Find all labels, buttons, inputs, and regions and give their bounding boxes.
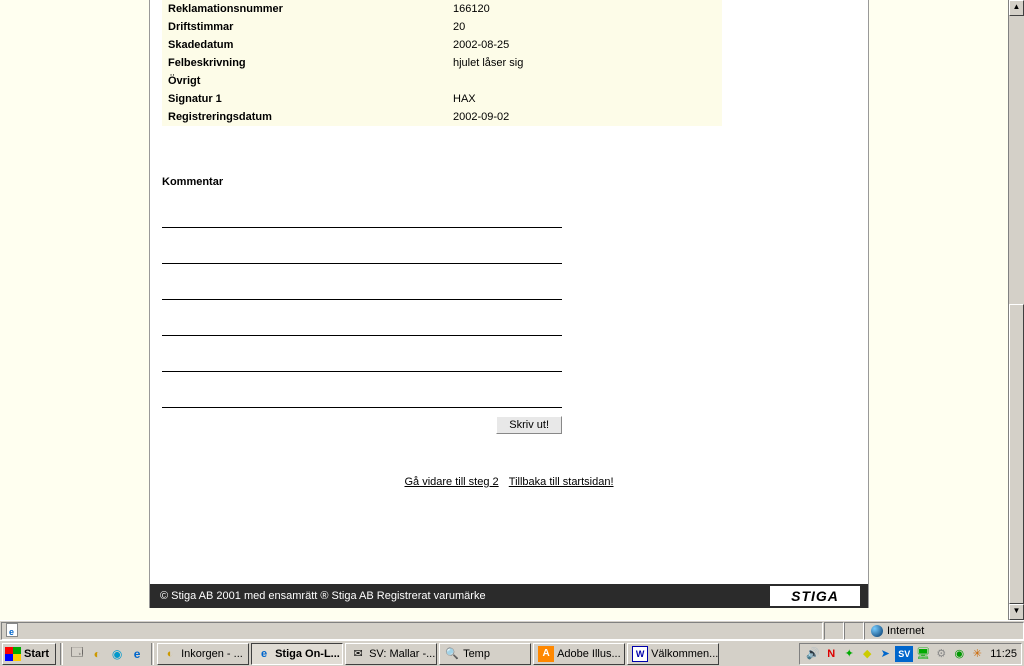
task-label: Välkommen... xyxy=(651,648,718,660)
field-label: Driftstimmar xyxy=(162,18,447,36)
browser-statusbar: Internet xyxy=(0,620,1024,640)
table-row: Signatur 1HAX xyxy=(162,90,722,108)
task-illustrator[interactable]: AAdobe Illus... xyxy=(533,643,625,665)
vertical-scrollbar[interactable]: ▲ ▼ xyxy=(1008,0,1024,620)
ie-icon[interactable]: e xyxy=(128,645,146,663)
scroll-down-button[interactable]: ▼ xyxy=(1009,604,1024,620)
comment-line[interactable] xyxy=(162,272,562,300)
nav-links: Gå vidare till steg 2 Tillbaka till star… xyxy=(150,476,868,488)
language-icon[interactable]: SV xyxy=(895,646,913,662)
tray-icon[interactable]: ⚙ xyxy=(933,646,949,662)
separator xyxy=(60,643,63,665)
field-value: HAX xyxy=(447,90,722,108)
tray-icon[interactable]: ◆ xyxy=(859,646,875,662)
windows-icon xyxy=(5,647,21,661)
table-row: Övrigt xyxy=(162,72,722,90)
zone-label: Internet xyxy=(887,623,924,639)
task-label: SV: Mallar -... xyxy=(369,648,435,660)
tray-icon[interactable]: 🖥 xyxy=(915,646,931,662)
task-label: Stiga On-L... xyxy=(275,648,340,660)
home-link[interactable]: Tillbaka till startsidan! xyxy=(509,476,614,488)
comment-line[interactable] xyxy=(162,200,562,228)
comment-section: Kommentar xyxy=(162,176,868,408)
comment-label: Kommentar xyxy=(162,176,868,188)
print-button[interactable]: Skriv ut! xyxy=(496,416,562,434)
page-content: Reklamationsnummer166120 Driftstimmar20 … xyxy=(149,0,869,608)
separator xyxy=(151,643,154,665)
task-label: Inkorgen - ... xyxy=(181,648,243,660)
field-value: 20 xyxy=(447,18,722,36)
field-value: 166120 xyxy=(447,0,722,18)
task-inkorgen[interactable]: ◐Inkorgen - ... xyxy=(157,643,249,665)
table-row: Skadedatum2002-08-25 xyxy=(162,36,722,54)
tray-icon[interactable]: ✳ xyxy=(969,646,985,662)
next-step-link[interactable]: Gå vidare till steg 2 xyxy=(404,476,498,488)
ie-icon: e xyxy=(256,646,272,662)
table-row: Driftstimmar20 xyxy=(162,18,722,36)
norton-icon[interactable]: N xyxy=(823,646,839,662)
table-row: Felbeskrivninghjulet låser sig xyxy=(162,54,722,72)
envelope-icon: ✉ xyxy=(350,646,366,662)
outlook-icon[interactable]: ◐ xyxy=(88,645,106,663)
tray-icon[interactable]: ◉ xyxy=(951,646,967,662)
field-value xyxy=(447,72,722,90)
task-temp[interactable]: 🔍Temp xyxy=(439,643,531,665)
show-desktop-icon[interactable]: 🗔 xyxy=(68,645,86,663)
task-mallar[interactable]: ✉SV: Mallar -... xyxy=(345,643,437,665)
quick-launch: 🗔 ◐ ◉ e xyxy=(65,645,149,663)
volume-icon[interactable]: 🔊 xyxy=(805,646,821,662)
table-row: Registreringsdatum2002-09-02 xyxy=(162,108,722,126)
tray-icon[interactable]: ➤ xyxy=(877,646,893,662)
field-value: 2002-08-25 xyxy=(447,36,722,54)
system-tray: 🔊 N ✦ ◆ ➤ SV 🖥 ⚙ ◉ ✳ 11:25 xyxy=(799,643,1022,665)
status-left xyxy=(1,622,823,640)
status-segment xyxy=(824,622,844,640)
mail-icon: ◐ xyxy=(162,646,178,662)
scroll-up-button[interactable]: ▲ xyxy=(1009,0,1024,16)
form-table: Reklamationsnummer166120 Driftstimmar20 … xyxy=(162,0,722,126)
word-icon: W xyxy=(632,646,648,662)
start-button[interactable]: Start xyxy=(2,643,56,665)
status-segment xyxy=(844,622,864,640)
table-row: Reklamationsnummer166120 xyxy=(162,0,722,18)
copyright-text: © Stiga AB 2001 med ensamrätt ® Stiga AB… xyxy=(160,590,486,602)
explorer-icon: 🔍 xyxy=(444,646,460,662)
scroll-thumb[interactable] xyxy=(1009,304,1024,604)
comment-line[interactable] xyxy=(162,380,562,408)
page-footer: © Stiga AB 2001 med ensamrätt ® Stiga AB… xyxy=(150,584,868,608)
stiga-logo: STIGA xyxy=(770,586,860,606)
security-zone: Internet xyxy=(864,622,1024,640)
globe-icon xyxy=(871,625,883,637)
field-label: Reklamationsnummer xyxy=(162,0,447,18)
field-value: 2002-09-02 xyxy=(447,108,722,126)
task-label: Adobe Illus... xyxy=(557,648,621,660)
browser-viewport: Reklamationsnummer166120 Driftstimmar20 … xyxy=(0,0,1024,620)
task-word[interactable]: WVälkommen... xyxy=(627,643,719,665)
illustrator-icon: A xyxy=(538,646,554,662)
clock[interactable]: 11:25 xyxy=(990,648,1017,660)
start-label: Start xyxy=(24,648,49,660)
page-icon xyxy=(6,623,18,637)
comment-line[interactable] xyxy=(162,308,562,336)
taskbar: Start 🗔 ◐ ◉ e ◐Inkorgen - ... eStiga On-… xyxy=(0,640,1024,666)
field-label: Signatur 1 xyxy=(162,90,447,108)
task-stiga[interactable]: eStiga On-L... xyxy=(251,643,343,665)
field-label: Registreringsdatum xyxy=(162,108,447,126)
msn-icon[interactable]: ◉ xyxy=(108,645,126,663)
comment-line[interactable] xyxy=(162,344,562,372)
print-row: Skriv ut! xyxy=(162,416,562,434)
field-label: Felbeskrivning xyxy=(162,54,447,72)
comment-line[interactable] xyxy=(162,236,562,264)
field-label: Skadedatum xyxy=(162,36,447,54)
field-value: hjulet låser sig xyxy=(447,54,722,72)
field-label: Övrigt xyxy=(162,72,447,90)
task-label: Temp xyxy=(463,648,490,660)
tray-icon[interactable]: ✦ xyxy=(841,646,857,662)
